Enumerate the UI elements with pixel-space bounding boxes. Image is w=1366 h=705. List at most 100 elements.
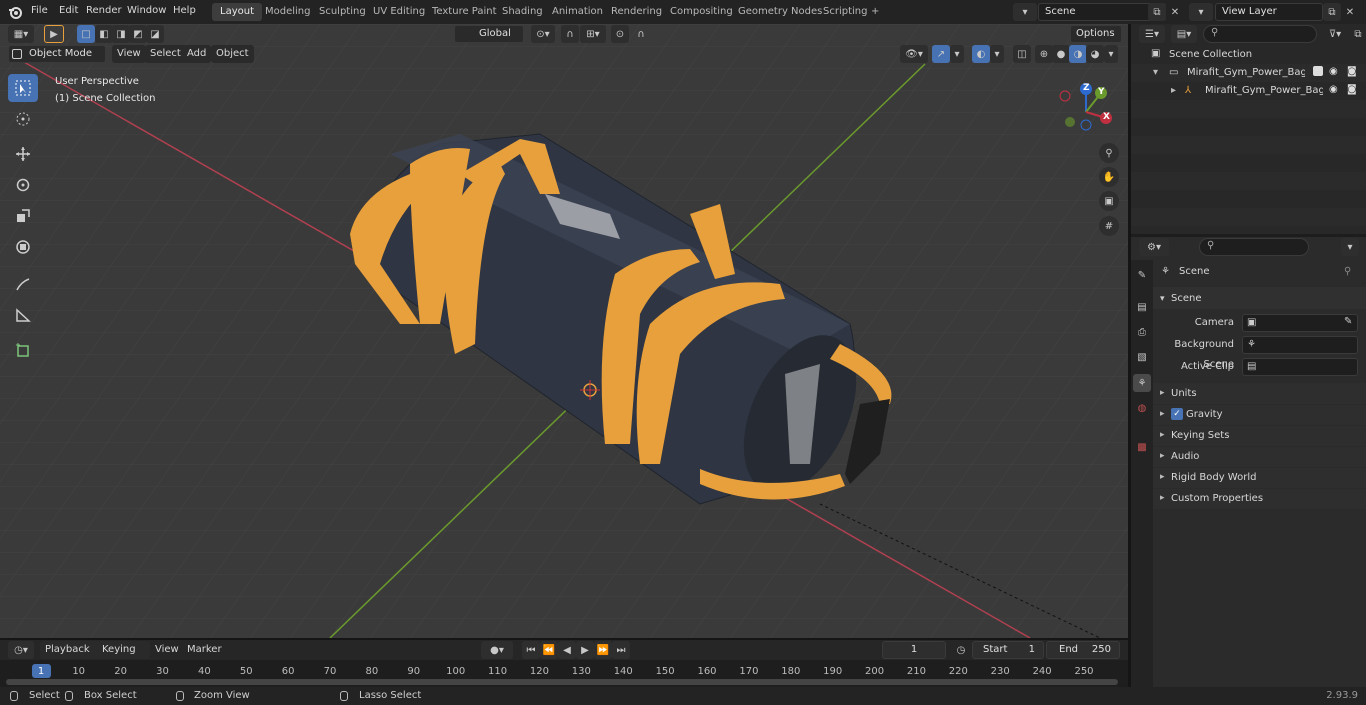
outliner-root-label[interactable]: Scene Collection xyxy=(1169,49,1252,60)
solid-shading-icon[interactable]: ● xyxy=(1052,45,1070,63)
expand-arrow-icon[interactable]: ▾ xyxy=(1153,67,1158,78)
background-scene-field[interactable]: ⚘ xyxy=(1242,336,1358,354)
units-panel-title[interactable]: Units xyxy=(1171,384,1197,404)
navigation-gizmo[interactable]: Z Y X xyxy=(1058,80,1118,134)
tab-texture-paint[interactable]: Texture Paint xyxy=(424,3,505,21)
collapse-arrow-icon[interactable]: ▸ xyxy=(1171,85,1176,96)
tool-scale-icon[interactable] xyxy=(8,202,38,230)
xray-icon[interactable]: ◫ xyxy=(1013,45,1031,63)
gravity-panel-title[interactable]: Gravity xyxy=(1186,405,1223,425)
eye-icon[interactable]: ◉ xyxy=(1329,66,1338,77)
wireframe-shading-icon[interactable]: ⊕ xyxy=(1035,45,1053,63)
tool-cursor-icon[interactable] xyxy=(8,105,38,133)
eye-icon[interactable]: ◉ xyxy=(1329,84,1338,95)
timeline-scrollbar[interactable] xyxy=(6,679,1118,685)
panel-collapse-icon[interactable]: ▸ xyxy=(1160,409,1165,419)
tab-compositing[interactable]: Compositing xyxy=(662,3,741,21)
panel-collapse-icon[interactable]: ▸ xyxy=(1160,493,1165,503)
select-tool-icon[interactable]: ▶ xyxy=(44,25,64,43)
new-scene-icon[interactable]: ⧉ xyxy=(1148,3,1166,21)
transform-orientation-select[interactable]: Global xyxy=(454,25,524,43)
jump-keyframe-back-icon[interactable]: ⏪ xyxy=(540,641,558,659)
jump-start-icon[interactable]: ⏮ xyxy=(522,641,540,659)
panel-expand-icon[interactable]: ▾ xyxy=(1160,294,1165,304)
menu-render[interactable]: Render xyxy=(86,0,122,24)
tool-measure-icon[interactable] xyxy=(8,301,38,329)
render-tab-icon[interactable]: ▤ xyxy=(1133,298,1151,316)
audio-panel-title[interactable]: Audio xyxy=(1171,447,1199,467)
timeline-editor-type-icon[interactable]: ◷▾ xyxy=(8,641,34,659)
timeline-menu-view[interactable]: View xyxy=(150,641,184,659)
select-subtract-icon[interactable]: ◨ xyxy=(112,25,130,43)
blender-logo-icon[interactable] xyxy=(8,5,22,19)
panel-collapse-icon[interactable]: ▸ xyxy=(1160,430,1165,440)
tab-layout[interactable]: Layout xyxy=(212,3,262,21)
scene-panel-title[interactable]: Scene xyxy=(1171,289,1202,309)
view-layer-field[interactable]: View Layer xyxy=(1215,3,1323,21)
camera-icon[interactable]: ◙ xyxy=(1347,66,1357,77)
properties-search-input[interactable] xyxy=(1199,238,1309,256)
tab-shading[interactable]: Shading xyxy=(494,3,551,21)
outliner-display-mode-icon[interactable]: ▤▾ xyxy=(1171,25,1197,43)
select-new-icon[interactable]: □ xyxy=(77,25,95,43)
snap-target-icon[interactable]: ⊞▾ xyxy=(580,25,606,43)
pan-hand-icon[interactable]: ✋ xyxy=(1099,167,1119,187)
tab-rendering[interactable]: Rendering xyxy=(603,3,670,21)
tool-rotate-icon[interactable] xyxy=(8,171,38,199)
checkbox-icon[interactable] xyxy=(1313,66,1323,76)
preview-range-icon[interactable]: ◷ xyxy=(952,641,970,659)
gravity-panel-header[interactable] xyxy=(1153,405,1366,425)
gizmo-toggle-icon[interactable]: ↗ xyxy=(932,45,950,63)
play-icon[interactable]: ▶ xyxy=(576,641,594,659)
3d-viewport[interactable] xyxy=(0,24,1128,638)
timeline-menu-playback[interactable]: Playback xyxy=(40,641,104,659)
menu-window[interactable]: Window xyxy=(127,0,166,24)
new-view-layer-icon[interactable]: ⧉ xyxy=(1323,3,1341,21)
viewport-menu-view[interactable]: View xyxy=(112,45,146,63)
outliner-row[interactable]: ▸ ⅄ Mirafit_Gym_Power_Bag_ ◉ ◙ xyxy=(1131,82,1366,100)
custom-properties-panel-title[interactable]: Custom Properties xyxy=(1171,489,1263,509)
outliner-filter-icon[interactable]: ⊽▾ xyxy=(1321,25,1349,43)
rigid-body-world-panel-title[interactable]: Rigid Body World xyxy=(1171,468,1256,488)
pivot-point-icon[interactable]: ⊙▾ xyxy=(531,25,555,43)
camera-field[interactable]: ▣ xyxy=(1242,314,1358,332)
outliner-item-label[interactable]: Mirafit_Gym_Power_Bag_10k xyxy=(1187,67,1305,78)
scene-name-field[interactable]: Scene xyxy=(1038,3,1166,21)
view-layer-tab-icon[interactable]: ▧ xyxy=(1133,348,1151,366)
camera-view-icon[interactable]: ▣ xyxy=(1099,191,1119,211)
auto-keying-icon[interactable]: ●▾ xyxy=(481,641,513,659)
viewport-menu-add[interactable]: Add xyxy=(182,45,212,63)
editor-type-icon[interactable]: ▦▾ xyxy=(8,25,34,43)
menu-file[interactable]: File xyxy=(31,0,48,24)
menu-help[interactable]: Help xyxy=(173,0,196,24)
falloff-icon[interactable]: ∩ xyxy=(628,25,654,43)
properties-editor-type-icon[interactable]: ⚙▾ xyxy=(1139,238,1169,256)
visibility-icon[interactable]: 👁▾ xyxy=(900,45,928,63)
tab-uv-editing[interactable]: UV Editing xyxy=(365,3,433,21)
mode-select[interactable]: Object Mode xyxy=(8,45,106,63)
close-view-layer-icon[interactable]: ✕ xyxy=(1341,3,1359,21)
shading-dropdown-icon[interactable]: ▾ xyxy=(1104,45,1118,63)
panel-collapse-icon[interactable]: ▸ xyxy=(1160,451,1165,461)
play-reverse-icon[interactable]: ◀ xyxy=(558,641,576,659)
overlay-dropdown-icon[interactable]: ▾ xyxy=(990,45,1004,63)
scene-tab-icon[interactable]: ⚘ xyxy=(1133,374,1151,392)
add-workspace-icon[interactable]: + xyxy=(866,3,884,21)
select-extend-icon[interactable]: ◧ xyxy=(95,25,113,43)
jump-end-icon[interactable]: ⏭ xyxy=(612,641,630,659)
outliner-item-label[interactable]: Mirafit_Gym_Power_Bag_ xyxy=(1205,85,1323,96)
perspective-grid-icon[interactable]: # xyxy=(1099,216,1119,236)
gizmo-dropdown-icon[interactable]: ▾ xyxy=(950,45,964,63)
close-scene-icon[interactable]: ✕ xyxy=(1166,3,1184,21)
tool-select-box-icon[interactable] xyxy=(8,74,38,102)
timeline-menu-marker[interactable]: Marker xyxy=(182,641,227,659)
material-shading-icon[interactable]: ◑ xyxy=(1069,45,1087,63)
viewport-menu-object[interactable]: Object xyxy=(211,45,254,63)
keying-sets-panel-title[interactable]: Keying Sets xyxy=(1171,426,1229,446)
tool-annotate-icon[interactable] xyxy=(8,270,38,298)
outliner-editor-type-icon[interactable]: ☰▾ xyxy=(1139,25,1165,43)
camera-icon[interactable]: ◙ xyxy=(1347,84,1357,95)
output-tab-icon[interactable]: ⎙ xyxy=(1133,323,1151,341)
tool-tab-icon[interactable]: ✎ xyxy=(1133,266,1151,284)
proportional-edit-icon[interactable]: ⊙ xyxy=(611,25,629,43)
